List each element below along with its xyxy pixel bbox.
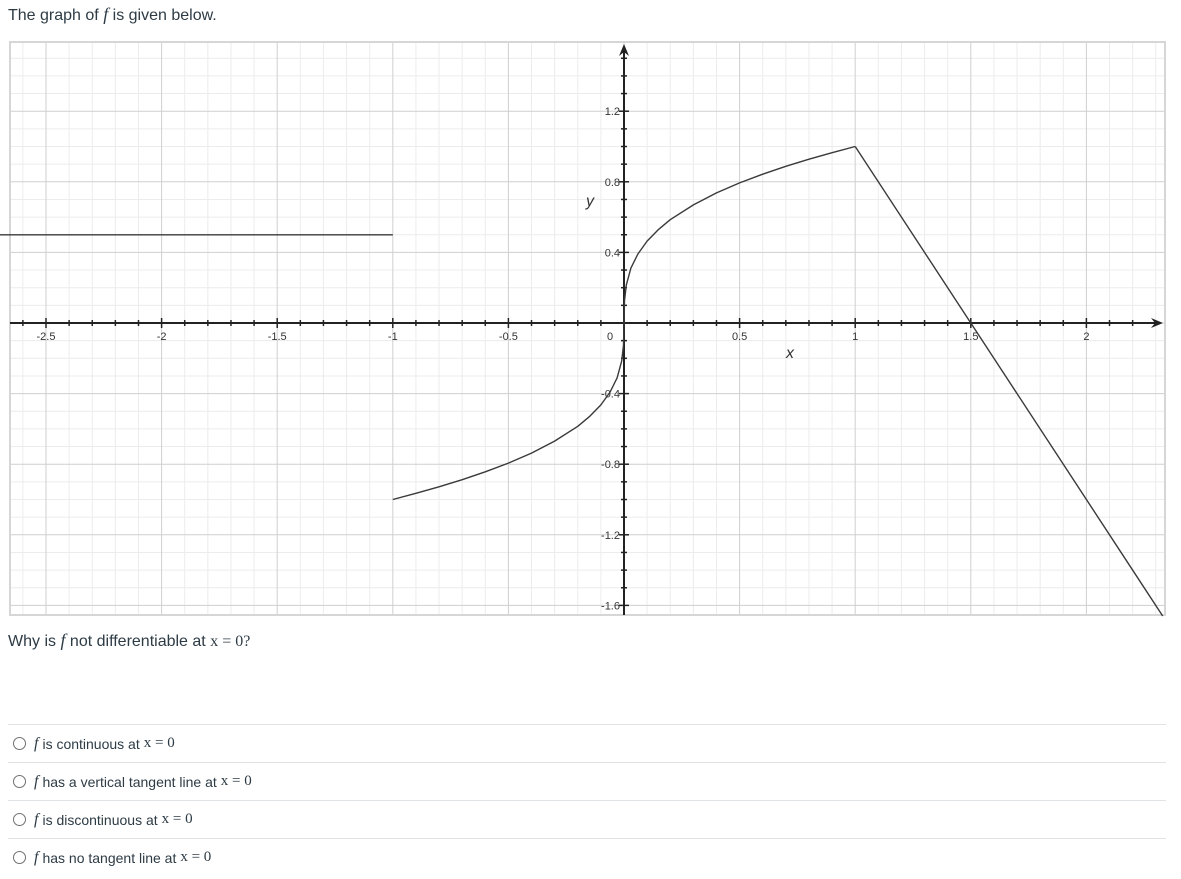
answer-option-discontinuous[interactable]: f is discontinuous at x = 0 xyxy=(8,800,1166,838)
function-graph: -2.5 -2 -1.5 -1 -0.5 0 0.5 1 1.5 2-1.6-1.2-0.8-0.… xyxy=(0,41,1166,617)
grid-major xyxy=(10,42,1165,615)
y-tick-label: -0.8 xyxy=(601,459,620,471)
answer-text: is discontinuous at xyxy=(42,811,158,828)
question-function-symbol: f xyxy=(60,630,66,650)
y-tick-label: -1.6 xyxy=(601,600,620,612)
y-tick-label: 0.4 xyxy=(605,247,620,259)
radio-button[interactable] xyxy=(13,851,26,864)
x-tick-label: -0.5 xyxy=(499,331,518,343)
grid-minor xyxy=(10,42,1165,615)
x-axis-label: x xyxy=(785,345,795,362)
question-prefix: Why is xyxy=(8,633,56,650)
question-math: x = 0? xyxy=(210,633,251,650)
y-tick-label: 0.8 xyxy=(605,177,620,189)
axes xyxy=(10,44,1163,615)
answer-math: x = 0 xyxy=(143,735,175,751)
answer-math: x = 0 xyxy=(161,811,193,827)
question-text: Why is f not differentiable at x = 0? xyxy=(8,630,250,651)
radio-button[interactable] xyxy=(13,813,26,826)
answer-math: x = 0 xyxy=(180,849,212,865)
x-tick-label: -1 xyxy=(388,331,398,343)
x-tick-label: -1.5 xyxy=(268,331,287,343)
answer-function-symbol: f xyxy=(34,734,39,752)
y-axis-label: y xyxy=(585,193,595,210)
x-tick-label: -2 xyxy=(157,331,167,343)
y-tick-label: 1.2 xyxy=(605,106,620,118)
answer-function-symbol: f xyxy=(34,810,39,828)
plot-frame xyxy=(9,41,1166,616)
radio-button[interactable] xyxy=(13,737,26,750)
x-tick-label: -2.5 xyxy=(37,331,56,343)
radio-button[interactable] xyxy=(13,775,26,788)
x-tick-label: 2 xyxy=(1083,331,1089,343)
answer-function-symbol: f xyxy=(34,772,39,790)
answer-text: has a vertical tangent line at xyxy=(42,773,217,790)
x-tick-label: 1 xyxy=(852,331,858,343)
answer-function-symbol: f xyxy=(34,848,39,866)
answer-text: is continuous at xyxy=(42,735,140,752)
answer-option-continuous[interactable]: f is continuous at x = 0 xyxy=(8,724,1166,762)
answer-option-vertical-tangent[interactable]: f has a vertical tangent line at x = 0 xyxy=(8,762,1166,800)
x-tick-label: 0 xyxy=(607,331,613,343)
answer-option-no-tangent[interactable]: f has no tangent line at x = 0 xyxy=(8,838,1166,876)
x-tick-label: 1.5 xyxy=(963,331,978,343)
answer-choices: f is continuous at x = 0 f has a vertica… xyxy=(8,724,1166,876)
answer-math: x = 0 xyxy=(220,773,252,789)
question-middle: not differentiable at xyxy=(69,633,206,650)
answer-text: has no tangent line at xyxy=(42,849,177,866)
y-tick-label: -1.2 xyxy=(601,530,620,542)
x-tick-label: 0.5 xyxy=(732,331,747,343)
